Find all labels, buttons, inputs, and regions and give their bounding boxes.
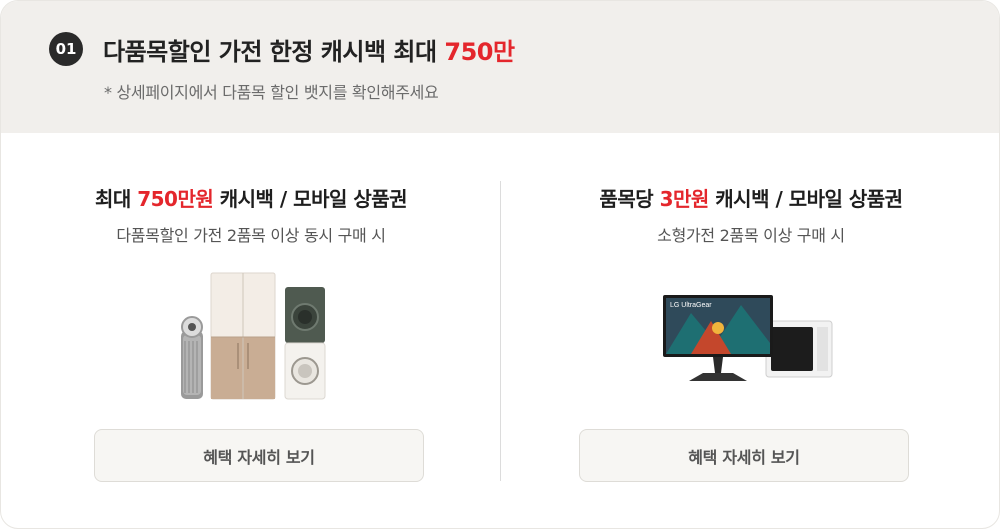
panel-title: 최대 750만원 캐시백 / 모바일 상품권 <box>1 183 501 212</box>
promotion-subtitle: * 상세페이지에서 다품목 할인 뱃지를 확인해주세요 <box>104 83 439 102</box>
monitor-microwave-image: LG UltraGear <box>663 295 833 381</box>
promotion-card: 01 다품목할인 가전 한정 캐시백 최대 750만 * 상세페이지에서 다품목… <box>0 0 1000 529</box>
panel-title-accent: 750만원 <box>137 187 214 211</box>
benefit-panel-small-appliance: 품목당 3만원 캐시백 / 모바일 상품권 소형가전 2품목 이상 구매 시 L… <box>501 133 999 528</box>
panel-title-prefix: 최대 <box>94 187 138 211</box>
panel-title-accent: 3만원 <box>659 187 710 211</box>
microwave-icon <box>765 320 833 378</box>
panel-title-prefix: 품목당 <box>599 187 660 211</box>
refrigerator-icon <box>210 272 276 400</box>
panel-description: 다품목할인 가전 2품목 이상 동시 구매 시 <box>116 226 386 245</box>
benefit-panel-multi-item: 최대 750만원 캐시백 / 모바일 상품권 다품목할인 가전 2품목 이상 동… <box>1 133 501 528</box>
panel-title-suffix: 캐시백 / 모바일 상품권 <box>213 187 408 211</box>
home-appliances-image <box>181 272 326 400</box>
monitor-brand-text: LG UltraGear <box>670 302 712 309</box>
benefit-detail-button[interactable]: 혜택 자세히 보기 <box>94 429 424 482</box>
promotion-title: 다품목할인 가전 한정 캐시백 최대 750만 <box>103 32 515 67</box>
benefit-detail-button[interactable]: 혜택 자세히 보기 <box>579 429 909 482</box>
washer-dryer-icon <box>284 287 326 400</box>
promotion-title-main: 다품목할인 가전 한정 캐시백 최대 <box>103 38 445 66</box>
panel-title-suffix: 캐시백 / 모바일 상품권 <box>708 187 903 211</box>
step-badge: 01 <box>49 32 83 66</box>
panel-description: 소형가전 2품목 이상 구매 시 <box>657 226 845 245</box>
promotion-header: 01 다품목할인 가전 한정 캐시백 최대 750만 * 상세페이지에서 다품목… <box>1 1 999 133</box>
air-purifier-icon <box>181 316 203 399</box>
panel-title: 품목당 3만원 캐시백 / 모바일 상품권 <box>501 183 999 212</box>
promotion-title-accent: 750만 <box>444 38 515 66</box>
